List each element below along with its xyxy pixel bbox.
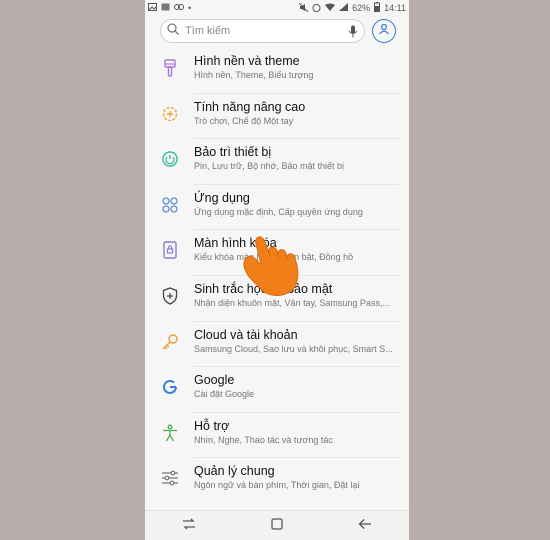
search-bar-row — [145, 17, 409, 47]
settings-item-title: Tính năng nâng cao — [194, 99, 306, 114]
settings-item-title: Ứng dụng — [194, 190, 250, 205]
search-box[interactable] — [160, 19, 365, 43]
home-button[interactable] — [257, 511, 297, 540]
account-button[interactable] — [372, 19, 396, 43]
settings-item-subtitle: Pin, Lưu trữ, Bộ nhớ, Bảo mật thiết bị — [194, 161, 345, 172]
settings-item-title: Bảo trì thiết bị — [194, 145, 272, 160]
settings-item-subtitle: Nhận diện khuôn mặt, Vân tay, Samsung Pa… — [194, 297, 390, 308]
settings-item-subtitle: Samsung Cloud, Sao lưu và khôi phục, Sma… — [194, 343, 393, 354]
gallery-notification-icon — [148, 3, 157, 13]
clock: 14:11 — [384, 3, 406, 13]
navigation-bar — [145, 510, 409, 540]
settings-item-subtitle: Trò chơi, Chế độ Một tay — [194, 115, 294, 126]
google-icon — [161, 378, 179, 396]
settings-item-subtitle: Cài đặt Google — [194, 389, 255, 400]
settings-item-title: Google — [194, 373, 235, 388]
recent-apps-icon — [182, 517, 196, 535]
link-notification-icon — [174, 3, 184, 13]
back-arrow-icon — [358, 517, 372, 535]
battery-icon — [374, 2, 381, 14]
image-notification-icon — [161, 3, 170, 13]
lock-screen-icon — [161, 241, 179, 260]
gear-plus-icon — [161, 105, 179, 123]
battery-percent: 62% — [352, 3, 371, 13]
settings-item-title: Hình nền và theme — [194, 54, 300, 68]
status-bar: • 62% 14:11 — [145, 0, 409, 16]
brush-icon — [161, 59, 179, 77]
profile-icon — [378, 22, 390, 40]
settings-item-subtitle: Ngôn ngữ và bàn phím, Thời gian, Đặt lại — [194, 480, 360, 491]
signal-icon — [339, 3, 349, 13]
settings-item-subtitle: Nhìn, Nghe, Thao tác và tương tác — [194, 434, 333, 445]
more-notifications-icon: • — [188, 3, 192, 13]
settings-item-advanced-features[interactable]: Tính năng nâng cao Trò chơi, Chế độ Một … — [145, 94, 409, 140]
settings-item-cloud-accounts[interactable]: Cloud và tài khoản Samsung Cloud, Sao lư… — [145, 322, 409, 368]
settings-item-subtitle: Hình nền, Theme, Biểu tượng — [194, 70, 314, 80]
settings-item-title: Quản lý chung — [194, 464, 275, 479]
search-input[interactable] — [183, 24, 337, 38]
key-icon — [161, 333, 179, 351]
wifi-icon — [325, 3, 336, 13]
settings-item-title: Hỗ trợ — [194, 418, 230, 433]
settings-item-title: Cloud và tài khoản — [194, 327, 298, 342]
search-icon — [167, 22, 179, 40]
microphone-icon[interactable] — [348, 25, 358, 38]
home-icon — [271, 517, 283, 535]
settings-item-wallpaper-theme[interactable]: Hình nền và theme Hình nền, Theme, Biểu … — [145, 48, 409, 94]
sliders-icon — [161, 469, 179, 487]
tap-hand-icon — [236, 218, 316, 298]
settings-item-google[interactable]: Google Cài đặt Google — [145, 367, 409, 413]
back-button[interactable] — [345, 511, 385, 540]
settings-item-device-maintenance[interactable]: Bảo trì thiết bị Pin, Lưu trữ, Bộ nhớ, B… — [145, 139, 409, 185]
mute-icon — [298, 2, 309, 14]
apps-grid-icon — [161, 196, 179, 214]
accessibility-icon — [161, 424, 179, 442]
shield-icon — [161, 287, 179, 305]
settings-item-accessibility[interactable]: Hỗ trợ Nhìn, Nghe, Thao tác và tương tác — [145, 413, 409, 459]
alarm-icon — [312, 3, 321, 14]
settings-item-general-management[interactable]: Quản lý chung Ngôn ngữ và bàn phím, Thời… — [145, 458, 409, 504]
recent-apps-button[interactable] — [169, 511, 209, 540]
device-care-icon — [161, 150, 179, 168]
settings-item-subtitle: Ứng dụng mặc định, Cấp quyền ứng dụng — [194, 206, 363, 217]
